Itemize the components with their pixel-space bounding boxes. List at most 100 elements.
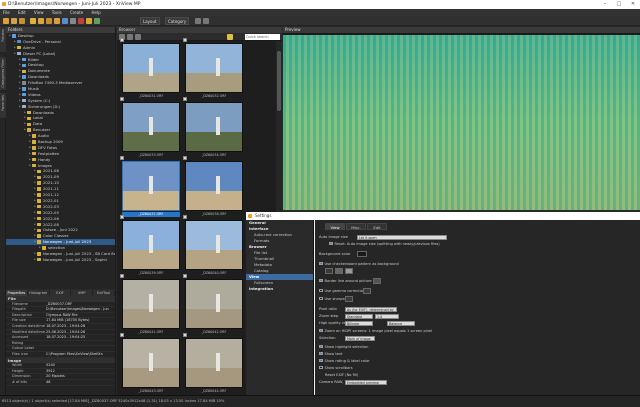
show-rating-option[interactable]: Show rating & label color	[319, 358, 370, 364]
favorite-icon[interactable]	[38, 18, 44, 24]
zoom-step-value-select[interactable]: 1.0	[375, 313, 399, 319]
thumbnail[interactable]	[185, 220, 243, 270]
tab-histogram[interactable]: Histogram	[28, 290, 50, 296]
thumbnail[interactable]	[185, 161, 243, 211]
menu-help[interactable]: Help	[92, 10, 101, 15]
gamma-option[interactable]: Use gamma correction	[319, 288, 365, 294]
thumbnail-caption: _DZ60033.ORF	[138, 153, 164, 157]
thumbnail-checkbox[interactable]	[120, 38, 124, 42]
tab-xmp[interactable]: XMP	[71, 290, 94, 296]
high-quality-zoom-select[interactable]: Bilinear	[345, 320, 373, 326]
category-button[interactable]: Category	[165, 17, 190, 25]
thumbnail[interactable]	[185, 102, 243, 152]
menu-view[interactable]: View	[34, 10, 44, 15]
minimize-button[interactable]: –	[598, 0, 612, 9]
border-checkbox[interactable]	[319, 278, 323, 283]
thumbnail[interactable]	[122, 338, 180, 388]
thumbnail-checkbox[interactable]	[183, 38, 187, 42]
close-button[interactable]: ✕	[626, 0, 640, 9]
checker-color-1[interactable]	[325, 268, 333, 274]
tab-exiftool[interactable]: ExifTool	[93, 290, 115, 296]
thumbnail-checkbox[interactable]	[120, 333, 124, 337]
thumbnail-checkbox[interactable]	[120, 215, 124, 219]
settings-icon[interactable]	[70, 18, 76, 24]
border-option[interactable]: Border line around picture	[319, 278, 372, 284]
selection-select[interactable]: Mark of image	[345, 335, 375, 341]
tab-exif[interactable]: EXIF	[50, 290, 72, 296]
preview-image[interactable]	[283, 35, 640, 210]
show-scrollbars-option[interactable]: Show scrollbars	[319, 365, 353, 371]
sharpen-checkbox[interactable]	[319, 296, 323, 301]
sharpen-value[interactable]	[345, 296, 353, 302]
reset-auto-size-checkbox[interactable]	[329, 241, 333, 246]
open-icon[interactable]	[3, 18, 9, 24]
forward-icon[interactable]	[127, 34, 133, 40]
thumbnail[interactable]	[185, 43, 243, 93]
thumbnail-checkbox[interactable]	[183, 97, 187, 101]
tab-edit[interactable]: Edit	[367, 223, 387, 230]
hidpi-zoom-option[interactable]: Zoom on HiDPI screens: 1 image pixel equ…	[319, 328, 432, 334]
checkerboard-checkbox[interactable]	[319, 261, 323, 266]
thumbnail-checkbox[interactable]	[183, 215, 187, 219]
reset-auto-size-option[interactable]: Reset: Auto image size (splitting with n…	[329, 241, 440, 247]
menu-create[interactable]: Create	[70, 10, 83, 15]
folder-icon[interactable]	[11, 18, 17, 24]
refresh-icon[interactable]	[30, 18, 36, 24]
pixel-ratio-select[interactable]: As (for EXIF), determined by EXIF	[345, 306, 397, 317]
thumbnail[interactable]	[122, 102, 180, 152]
thumbnail-checkbox[interactable]	[120, 156, 124, 160]
copy-icon[interactable]	[54, 18, 60, 24]
thumbnail[interactable]	[122, 279, 180, 329]
camera-raw-select[interactable]: Embedded preview	[345, 379, 387, 385]
convert-icon[interactable]	[86, 18, 92, 24]
thumbnail[interactable]	[122, 43, 180, 93]
folder-item[interactable]: ▸ Norwegen - Juni-Juli 2023 - Saphir	[6, 257, 115, 263]
thumbnail[interactable]	[122, 161, 180, 211]
thumbnail-checkbox[interactable]	[183, 274, 187, 278]
list-icon[interactable]	[203, 18, 209, 24]
layout-button[interactable]: Layout	[140, 17, 160, 25]
zoom-step-select[interactable]: Standard	[345, 313, 373, 319]
checkerboard-option[interactable]: Use checkerboard pattern as background	[319, 261, 399, 267]
gamma-checkbox[interactable]	[319, 288, 323, 293]
tab-misc[interactable]: Misc.	[346, 223, 366, 230]
background-color-swatch[interactable]	[357, 251, 367, 257]
show-scrollbars-checkbox[interactable]	[319, 365, 323, 370]
border-color-swatch[interactable]	[373, 278, 381, 284]
star-icon[interactable]	[227, 34, 233, 40]
show-highlight-option[interactable]: Show highlight selection	[319, 344, 368, 350]
menu-file[interactable]: File	[3, 10, 10, 15]
up-icon[interactable]	[135, 34, 141, 40]
thumbnail[interactable]	[185, 279, 243, 329]
delete-icon[interactable]	[78, 18, 84, 24]
menu-tools[interactable]: Tools	[52, 10, 62, 15]
thumbnail-checkbox[interactable]	[183, 333, 187, 337]
quick-search-input[interactable]: Quick search	[245, 34, 280, 40]
settings-nav-item[interactable]: Integration	[246, 286, 313, 292]
thumbnail-checkbox[interactable]	[120, 97, 124, 101]
thumbnail[interactable]	[122, 220, 180, 270]
high-quality-mode-select[interactable]: Balance	[387, 320, 415, 326]
maximize-button[interactable]: □	[612, 0, 626, 9]
show-rating-checkbox[interactable]	[319, 358, 323, 363]
checker-size[interactable]	[345, 268, 353, 274]
auto-image-size-select[interactable]: Let it open	[357, 234, 447, 240]
tab-view[interactable]: View	[325, 223, 345, 230]
thumbnail-checkbox[interactable]	[120, 274, 124, 278]
save-icon[interactable]	[19, 18, 25, 24]
show-text-checkbox[interactable]	[319, 351, 323, 356]
menu-edit[interactable]: Edit	[18, 10, 26, 15]
scrollbar-thumb[interactable]	[277, 51, 281, 111]
thumbnail[interactable]	[185, 338, 243, 388]
show-text-option[interactable]: Show text	[319, 351, 342, 357]
info-icon[interactable]	[62, 18, 68, 24]
show-highlight-checkbox[interactable]	[319, 344, 323, 349]
hidpi-zoom-checkbox[interactable]	[319, 328, 323, 333]
move-icon[interactable]	[46, 18, 52, 24]
batch-icon[interactable]	[94, 18, 100, 24]
thumbnail-checkbox[interactable]	[183, 156, 187, 160]
sharpen-option[interactable]: Use sharpen	[319, 296, 347, 302]
checker-color-2[interactable]	[335, 268, 343, 274]
grid-icon[interactable]	[195, 18, 201, 24]
gamma-value[interactable]	[363, 288, 371, 294]
